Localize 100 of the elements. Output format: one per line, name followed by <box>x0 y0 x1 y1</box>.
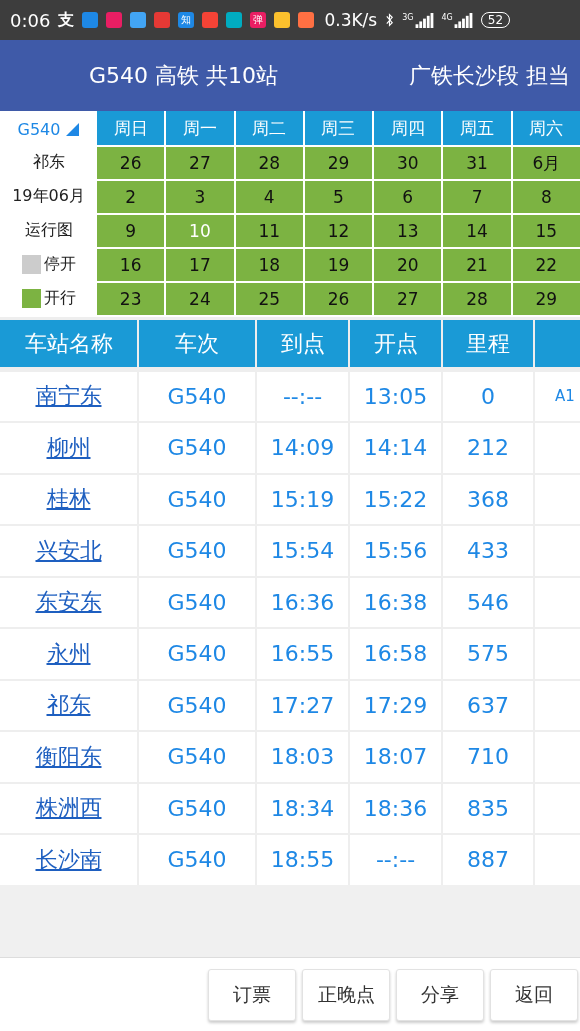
day-cell[interactable]: 26 <box>304 283 373 315</box>
action-button[interactable]: 订票 <box>208 968 296 1021</box>
weekday-header: 周三 <box>304 111 373 145</box>
triangle-icon <box>66 122 80 136</box>
train-selector[interactable]: G540 <box>17 119 80 139</box>
column-header: 到点 <box>257 320 348 367</box>
network-type: 4G <box>441 12 453 22</box>
day-cell[interactable]: 20 <box>374 249 442 281</box>
table-cell: 637 <box>443 680 533 730</box>
day-cell[interactable]: 2 <box>97 181 165 213</box>
table-cell: 18:34 <box>257 783 348 833</box>
day-cell[interactable]: 26 <box>97 147 165 179</box>
day-cell[interactable]: 27 <box>166 147 234 179</box>
legend-label: 开行 <box>43 287 76 309</box>
weekday-header: 周二 <box>235 111 303 145</box>
table-cell: G540 <box>139 577 255 627</box>
day-cell[interactable]: 13 <box>374 215 442 247</box>
table-cell: G540 <box>139 680 255 730</box>
station-label: 祁东 <box>32 151 65 173</box>
table-cell: G540 <box>139 526 255 576</box>
notification-icon: 弹 <box>250 12 267 28</box>
day-cell[interactable]: 7 <box>443 181 511 213</box>
day-cell[interactable]: 19 <box>304 249 373 281</box>
caption-label: 运行图 <box>24 219 73 241</box>
day-cell[interactable]: 23 <box>97 283 165 315</box>
table-cell: 18:36 <box>350 783 441 833</box>
day-cell[interactable]: 22 <box>512 249 580 281</box>
day-cell[interactable]: 17 <box>166 249 234 281</box>
table-cell: 17:27 <box>257 680 348 730</box>
day-cell[interactable]: 18 <box>235 249 303 281</box>
day-cell[interactable]: 11 <box>235 215 303 247</box>
signal-icon <box>413 12 434 28</box>
column-header: 里程 <box>443 320 533 367</box>
day-cell[interactable]: 29 <box>512 283 580 315</box>
weekday-header: 周四 <box>374 111 442 145</box>
table-cell: 15:19 <box>257 474 348 524</box>
table-cell: G540 <box>139 423 255 473</box>
day-cell[interactable]: 16 <box>97 249 165 281</box>
day-cell[interactable]: 30 <box>374 147 442 179</box>
day-cell[interactable]: 4 <box>235 181 303 213</box>
day-cell[interactable]: 27 <box>374 283 442 315</box>
notification-icon: 知 <box>178 12 195 28</box>
table-cell: 15:54 <box>257 526 348 576</box>
train-title: G540 高铁 共10站 <box>89 61 279 90</box>
column-header: 车站名称 <box>0 320 137 367</box>
day-cell[interactable]: 9 <box>97 215 165 247</box>
network-type: 3G <box>402 12 414 22</box>
table-cell: 16:36 <box>257 577 348 627</box>
table-cell: 16:55 <box>257 629 348 679</box>
day-cell[interactable]: 12 <box>304 215 373 247</box>
table-cell: 18:03 <box>257 732 348 782</box>
weekday-header: 周五 <box>443 111 511 145</box>
table-cell: 887 <box>443 835 533 885</box>
clock: 0:06 <box>10 9 51 31</box>
table-cell: --:-- <box>257 371 348 421</box>
column-header <box>535 320 580 367</box>
table-cell: 15:22 <box>350 474 441 524</box>
action-button[interactable]: 正晚点 <box>302 968 390 1021</box>
signal-icon <box>452 12 473 28</box>
day-cell[interactable]: 6月 <box>512 147 580 179</box>
action-button[interactable]: 分享 <box>396 968 484 1021</box>
table-cell: G540 <box>139 835 255 885</box>
table-cell: 14:14 <box>350 423 441 473</box>
action-button[interactable]: 返回 <box>490 968 578 1021</box>
day-cell[interactable]: 8 <box>512 181 580 213</box>
weekday-header: 周日 <box>97 111 165 145</box>
day-cell[interactable]: 28 <box>443 283 511 315</box>
table-cell: 16:58 <box>350 629 441 679</box>
table-cell: 15:56 <box>350 526 441 576</box>
day-cell[interactable]: 21 <box>443 249 511 281</box>
legend-label: 停开 <box>43 253 76 275</box>
day-cell[interactable]: 3 <box>166 181 234 213</box>
table-cell: 16:38 <box>350 577 441 627</box>
table-cell: 835 <box>443 783 533 833</box>
month-label: 19年06月 <box>12 185 85 207</box>
day-cell[interactable]: 5 <box>304 181 373 213</box>
table-cell: 18:55 <box>257 835 348 885</box>
table-cell: 368 <box>443 474 533 524</box>
day-cell[interactable]: 28 <box>235 147 303 179</box>
table-cell: 0 <box>443 371 533 421</box>
column-header: 车次 <box>139 320 255 367</box>
day-cell[interactable]: 31 <box>443 147 511 179</box>
column-header: 开点 <box>350 320 441 367</box>
day-cell[interactable]: 14 <box>443 215 511 247</box>
notification-icon: 支 <box>58 9 75 31</box>
day-cell[interactable]: 6 <box>374 181 442 213</box>
table-cell: A1 <box>535 371 580 421</box>
table-cell: G540 <box>139 629 255 679</box>
table-cell: 710 <box>443 732 533 782</box>
day-cell[interactable]: 24 <box>166 283 234 315</box>
table-cell: G540 <box>139 783 255 833</box>
day-cell[interactable]: 25 <box>235 283 303 315</box>
table-cell: 13:05 <box>350 371 441 421</box>
table-cell: G540 <box>139 732 255 782</box>
operator-label: 广铁长沙段 担当 <box>409 61 570 90</box>
bluetooth-icon <box>385 12 395 28</box>
day-cell[interactable]: 15 <box>512 215 580 247</box>
table-cell: 546 <box>443 577 533 627</box>
table-cell: --:-- <box>350 835 441 885</box>
day-cell[interactable]: 29 <box>304 147 373 179</box>
